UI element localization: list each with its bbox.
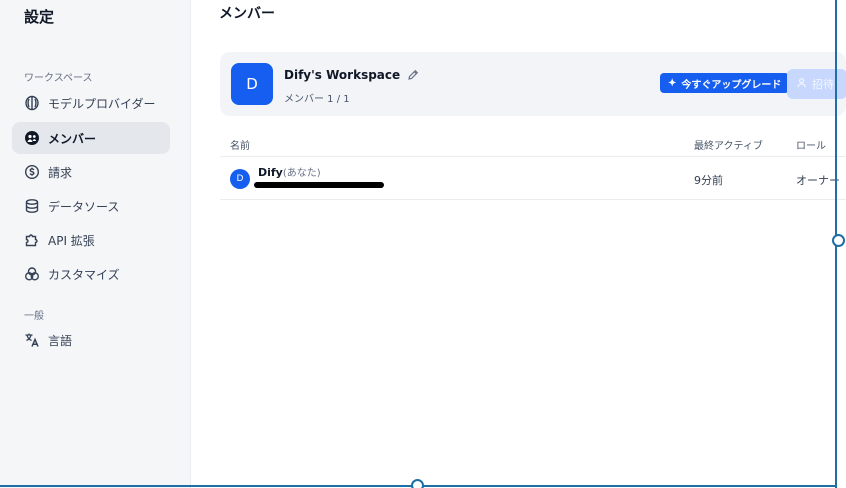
settings-title: 設定 [24, 8, 55, 26]
section-label-general: 一般 [24, 311, 44, 322]
database-icon [24, 198, 40, 214]
workspace-avatar: D [231, 63, 273, 105]
invite-button[interactable]: 招待 [787, 69, 846, 99]
member-role-text: オーナー [796, 174, 840, 187]
members-table-header: 名前 最終アクティブ ロール [220, 127, 846, 157]
sidebar-item-label: カスタマイズ [48, 267, 120, 282]
sidebar-item-label: メンバー [48, 131, 97, 146]
sidebar-item-billing[interactable]: 請求 [12, 156, 170, 188]
main-content: メンバー D Dify's Workspace メンバー 1 / 1 ✦ 今すぐ… [192, 0, 846, 488]
column-header-name: 名前 [230, 141, 250, 152]
sidebar-item-label: 請求 [48, 165, 73, 180]
sidebar-item-api-extension[interactable]: API 拡張 [12, 224, 170, 256]
redacted-email [254, 182, 384, 188]
page-title: メンバー [219, 6, 275, 22]
resize-handle-bottom[interactable] [411, 479, 424, 488]
pencil-icon[interactable] [407, 69, 419, 81]
model-provider-icon [24, 95, 40, 111]
invite-button-label: 招待 [812, 78, 834, 91]
sidebar-item-model-provider[interactable]: モデルプロバイダー [12, 87, 170, 119]
member-name-text: Dify [258, 166, 283, 179]
puzzle-icon [24, 232, 40, 248]
add-user-icon [797, 77, 808, 91]
table-row: D Dify(あなた) 9分前 オーナー [220, 157, 846, 200]
sidebar-item-customize[interactable]: カスタマイズ [12, 258, 170, 290]
sidebar-item-label: 言語 [48, 333, 73, 348]
upgrade-button[interactable]: ✦ 今すぐアップグレード [660, 73, 790, 93]
settings-sidebar: 設定 ワークスペース モデルプロバイダー メンバー 請求 データソース API … [0, 0, 191, 488]
column-header-role: ロール [796, 141, 826, 152]
sidebar-item-label: API 拡張 [48, 233, 95, 248]
translate-icon [24, 332, 40, 348]
resize-handle-right[interactable] [832, 234, 845, 247]
sidebar-item-language[interactable]: 言語 [12, 324, 170, 356]
member-role[interactable]: オーナー [796, 172, 840, 188]
sidebar-item-members[interactable]: メンバー [12, 122, 170, 154]
workspace-name: Dify's Workspace [284, 68, 419, 82]
workspace-card: D Dify's Workspace メンバー 1 / 1 ✦ 今すぐアップグレ… [220, 52, 846, 116]
column-header-last-active: 最終アクティブ [694, 141, 763, 152]
upgrade-button-label: 今すぐアップグレード [681, 79, 782, 91]
sidebar-item-data-source[interactable]: データソース [12, 190, 170, 222]
member-you-tag: (あなた) [282, 168, 321, 179]
customize-icon [24, 266, 40, 282]
workspace-name-text: Dify's Workspace [284, 68, 401, 82]
sparkle-icon: ✦ [668, 77, 677, 89]
workspace-member-count: メンバー 1 / 1 [284, 94, 350, 105]
member-name: Dify(あなた) [258, 164, 321, 179]
sidebar-item-label: データソース [48, 199, 120, 214]
sidebar-item-label: モデルプロバイダー [48, 96, 156, 111]
member-last-active: 9分前 [694, 174, 723, 187]
section-label-workspace: ワークスペース [24, 73, 93, 84]
billing-icon [24, 164, 40, 180]
avatar: D [230, 169, 250, 189]
members-icon [24, 130, 40, 146]
